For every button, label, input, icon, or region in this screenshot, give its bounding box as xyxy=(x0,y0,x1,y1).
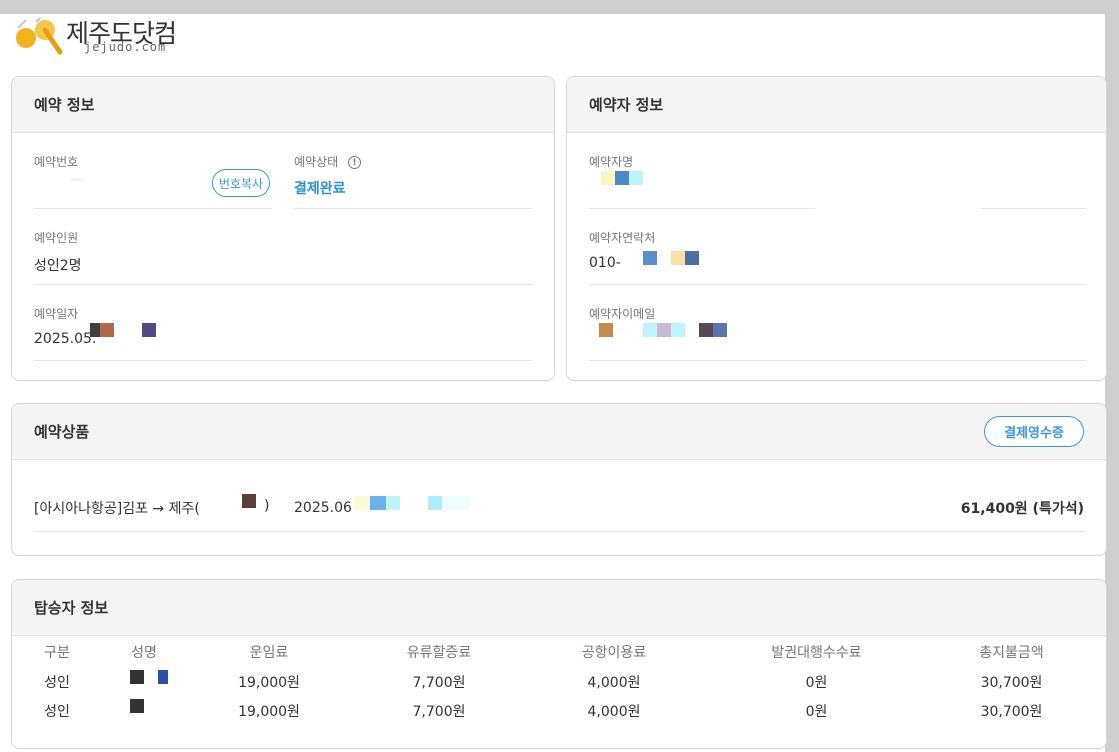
redacted-name-block xyxy=(130,699,144,713)
reservation-date-field: 예약일자 2025.05. xyxy=(34,305,532,361)
redacted-email-block xyxy=(643,323,657,337)
column-header-fuel: 유류할증료 xyxy=(406,645,472,661)
product-date: 2025.06 xyxy=(294,500,352,516)
column-header-ticketing-fee: 발권대행수수료 xyxy=(771,645,862,661)
passenger-airport-fee: 4,000원 xyxy=(587,704,641,720)
info-icon[interactable]: ! xyxy=(348,156,361,169)
product-row: [아시아나항공]김포 → 제주( ) 2025.06 61,400원 (특가석) xyxy=(34,480,1084,532)
receipt-button[interactable]: 결제영수증 xyxy=(984,416,1084,447)
reservation-status-value: 결제완료 xyxy=(294,181,346,197)
divider xyxy=(981,208,1086,209)
booker-info-card: 예약자 정보 예약자명 예약자연락처 010- 예약자이메일 xyxy=(566,76,1107,381)
redacted-name-block xyxy=(158,670,168,684)
reservation-info-header: 예약 정보 xyxy=(12,77,554,133)
table-row: 성인 19,000원 7,700원 4,000원 0원 30,700원 xyxy=(34,670,1084,694)
passenger-total: 30,700원 xyxy=(980,675,1043,691)
redacted-name-block xyxy=(615,171,629,185)
passenger-ticketing-fee: 0원 xyxy=(805,704,828,720)
product-route-close: ) xyxy=(264,498,270,514)
redacted-date-block xyxy=(100,323,114,337)
reservation-date-value: 2025.05. xyxy=(34,331,97,347)
redacted-phone-block xyxy=(685,251,699,265)
passenger-ticketing-fee: 0원 xyxy=(805,675,828,691)
booker-email-field: 예약자이메일 xyxy=(589,305,1086,361)
booker-phone-field: 예약자연락처 010- xyxy=(589,229,1086,285)
redacted-date-block xyxy=(90,323,100,337)
redacted-reservation-number xyxy=(70,178,84,181)
redacted-email-block xyxy=(699,323,713,337)
passenger-title: 탑승자 정보 xyxy=(34,599,109,617)
redacted-date-block xyxy=(428,496,442,510)
reservation-info-title: 예약 정보 xyxy=(34,96,95,114)
redacted-name-block xyxy=(601,171,615,185)
redacted-date-block xyxy=(142,323,156,337)
redacted-email-block xyxy=(713,323,727,337)
redacted-name-block xyxy=(629,171,643,185)
table-row: 성인 19,000원 7,700원 4,000원 0원 30,700원 xyxy=(34,699,1084,723)
reservation-people-field: 예약인원 성인2명 xyxy=(34,229,532,285)
redacted-date-block xyxy=(442,496,470,510)
product-title: 예약상품 xyxy=(34,423,90,441)
passenger-fuel: 7,700원 xyxy=(412,704,466,720)
column-header-name: 성명 xyxy=(131,645,157,661)
table-header-row: 구분 성명 운임료 유류할증료 공항이용료 발권대행수수료 총지불금액 xyxy=(34,642,1084,664)
reservation-status-field: 예약상태 ! 결제완료 xyxy=(294,153,532,209)
logo-icon xyxy=(16,17,63,55)
site-logo[interactable]: 제주도닷컴 jejudo.com xyxy=(10,14,230,70)
passenger-card: 탑승자 정보 구분 성명 운임료 유류할증료 공항이용료 발권대행수수료 총지불… xyxy=(11,579,1107,749)
reservation-date-label: 예약일자 xyxy=(34,307,79,321)
reservation-status-label: 예약상태 xyxy=(294,155,339,169)
passenger-airport-fee: 4,000원 xyxy=(587,675,641,691)
passenger-type: 성인 xyxy=(44,675,70,691)
column-header-total: 총지불금액 xyxy=(979,645,1044,661)
page: 제주도닷컴 jejudo.com 예약 정보 예약번호 번호복사 예약상태 ! … xyxy=(0,14,1107,752)
booker-phone-value: 010- xyxy=(589,255,621,271)
product-card: 예약상품 결제영수증 [아시아나항공]김포 → 제주( ) 2025.06 61… xyxy=(11,403,1107,556)
redacted-email-block xyxy=(671,323,685,337)
passenger-fare: 19,000원 xyxy=(238,675,300,691)
reservation-people-value: 성인2명 xyxy=(34,258,82,274)
column-header-type: 구분 xyxy=(44,645,70,661)
redacted-date-block xyxy=(370,496,386,510)
passenger-header: 탑승자 정보 xyxy=(12,580,1106,636)
redacted-date-block xyxy=(354,496,370,510)
booker-info-title: 예약자 정보 xyxy=(589,96,664,114)
product-price: 61,400원 (특가석) xyxy=(960,501,1084,517)
booker-name-field: 예약자명 xyxy=(589,153,1086,209)
redacted-name-block xyxy=(130,670,144,684)
product-header: 예약상품 결제영수증 xyxy=(12,404,1106,460)
booker-name-label: 예약자명 xyxy=(589,155,634,169)
redacted-phone-block xyxy=(643,251,657,265)
reservation-info-card: 예약 정보 예약번호 번호복사 예약상태 ! 결제완료 예약인원 성인2명 예약… xyxy=(11,76,555,381)
passenger-total: 30,700원 xyxy=(980,704,1043,720)
reservation-number-field: 예약번호 번호복사 xyxy=(34,153,272,209)
copy-number-button[interactable]: 번호복사 xyxy=(212,169,270,197)
logo-subtitle: jejudo.com xyxy=(84,40,167,54)
redacted-route-block xyxy=(242,494,256,508)
divider xyxy=(589,208,815,209)
passenger-fuel: 7,700원 xyxy=(412,675,466,691)
product-route: [아시아나항공]김포 → 제주( xyxy=(34,501,200,517)
redacted-email-block xyxy=(599,323,613,337)
redacted-email-block xyxy=(657,323,671,337)
column-header-fare: 운임료 xyxy=(249,645,289,661)
booker-phone-label: 예약자연락처 xyxy=(589,231,656,245)
passenger-type: 성인 xyxy=(44,704,70,720)
column-header-airport-fee: 공항이용료 xyxy=(581,645,647,661)
reservation-people-label: 예약인원 xyxy=(34,231,79,245)
booker-email-label: 예약자이메일 xyxy=(589,307,656,321)
booker-info-header: 예약자 정보 xyxy=(567,77,1106,133)
redacted-phone-block xyxy=(671,251,685,265)
redacted-date-block xyxy=(386,496,400,510)
reservation-number-label: 예약번호 xyxy=(34,155,79,169)
passenger-fare: 19,000원 xyxy=(238,704,300,720)
